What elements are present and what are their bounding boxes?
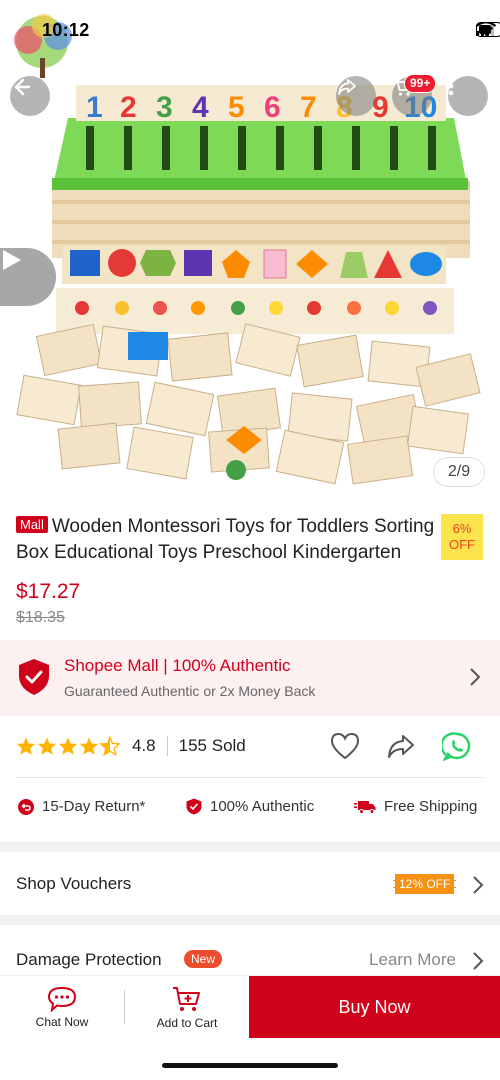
status-time: 10:12 [42, 20, 90, 40]
mall-authentic-banner[interactable] [0, 640, 500, 716]
share-icon [338, 79, 356, 95]
new-badge: New [184, 950, 223, 968]
svg-text:1: 1 [86, 91, 103, 124]
shop-vouchers-label[interactable]: Shop Vouchers [16, 874, 131, 894]
voucher-tag[interactable]: 12% OFF [393, 874, 457, 894]
damage-protection-label[interactable]: Damage Protection [16, 950, 162, 970]
more-button[interactable] [448, 76, 488, 116]
product-image[interactable]: 1 2 3 4 5 6 7 8 9 10 [0, 0, 500, 500]
rating-row[interactable]: 4.8 155 Sold [16, 734, 246, 758]
chat-now-label: Chat Now [35, 1014, 89, 1029]
shield-check-icon [186, 798, 202, 815]
play-video-button[interactable] [0, 248, 56, 306]
whatsapp-icon[interactable] [442, 731, 472, 761]
add-to-cart-label: Add to Cart [156, 1015, 218, 1030]
product-title-text: Wooden Montessori Toys for Toddlers Sort… [16, 516, 435, 563]
bottom-action-bar: Chat Now Add to Cart Buy Now [0, 975, 500, 1038]
rating-value: 4.8 [132, 736, 156, 755]
svg-text:3: 3 [156, 91, 173, 124]
chevron-right-icon[interactable] [472, 875, 484, 895]
discount-badge: 6% OFF [441, 514, 483, 560]
return-icon [18, 798, 34, 815]
mall-banner-title: Shopee Mall | 100% Authentic [64, 656, 291, 675]
battery-icon [476, 22, 500, 37]
add-to-cart-icon [173, 986, 200, 1011]
play-icon [3, 250, 21, 270]
chat-icon [47, 986, 77, 1012]
home-indicator[interactable] [162, 1063, 338, 1068]
divider [166, 736, 168, 756]
back-icon [14, 78, 31, 96]
star-icon [79, 737, 99, 755]
return-policy-label: 15-Day Return* [42, 798, 146, 815]
chat-now-button[interactable]: Chat Now [0, 976, 124, 1038]
mall-banner-subtitle: Guaranteed Authentic or 2x Money Back [64, 683, 316, 699]
star-icon [16, 737, 36, 755]
discount-word: OFF [449, 537, 475, 552]
star-half-icon [100, 736, 120, 756]
section-gap [0, 915, 500, 925]
star-icon [58, 737, 78, 755]
learn-more-link[interactable]: Learn More [369, 950, 456, 970]
original-price: $18.35 [16, 609, 65, 626]
image-page-indicator: 2/9 [433, 457, 485, 487]
share-button[interactable] [336, 76, 376, 116]
current-price: $17.27 [16, 580, 81, 603]
authentic-guarantee[interactable]: 100% Authentic [186, 798, 314, 815]
divider [16, 777, 484, 778]
truck-icon [354, 800, 376, 814]
free-shipping-label: Free Shipping [384, 798, 478, 815]
heart-icon[interactable] [330, 732, 360, 760]
svg-text:4: 4 [192, 91, 209, 124]
sold-count: 155 Sold [178, 736, 246, 755]
free-shipping[interactable]: Free Shipping [354, 798, 477, 815]
product-title-block: Mall Wooden Montessori Toys for Toddlers … [16, 514, 436, 566]
add-to-cart-button[interactable]: Add to Cart [125, 976, 249, 1038]
rating-stars [16, 736, 120, 756]
star-icon [37, 737, 57, 755]
product-title: Mall Wooden Montessori Toys for Toddlers … [16, 514, 436, 566]
discount-percent: 6% [452, 521, 472, 536]
authentic-label: 100% Authentic [210, 798, 315, 815]
svg-text:2: 2 [120, 91, 137, 124]
chevron-right-icon [470, 668, 481, 686]
section-gap [0, 842, 500, 852]
svg-text:7: 7 [300, 91, 317, 124]
more-icon [448, 76, 454, 96]
chevron-right-icon[interactable] [472, 951, 484, 971]
shield-check-icon [19, 659, 49, 695]
cart-badge: 99+ [404, 74, 437, 93]
return-policy[interactable]: 15-Day Return* [18, 798, 145, 815]
mall-tag: Mall [16, 516, 48, 533]
svg-text:5: 5 [228, 91, 245, 124]
buy-now-button[interactable]: Buy Now [249, 976, 500, 1038]
back-button[interactable] [10, 76, 50, 116]
svg-text:6: 6 [264, 91, 281, 124]
share-product-icon[interactable] [386, 732, 416, 760]
